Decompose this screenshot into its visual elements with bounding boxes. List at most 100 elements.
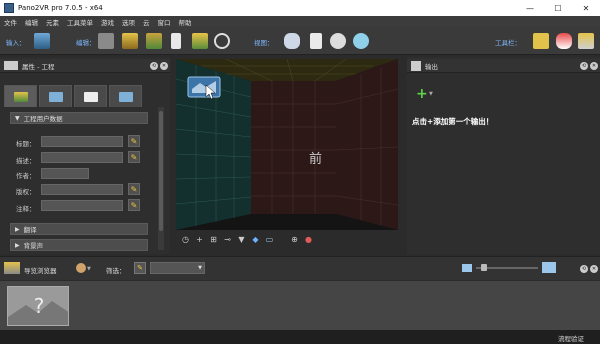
target-icon[interactable]: ⊕ bbox=[289, 234, 300, 245]
skin-editor-icon[interactable] bbox=[122, 33, 138, 49]
tour-browser-title: 导览浏览器 bbox=[24, 267, 57, 275]
comment-label: 注释： bbox=[16, 205, 36, 213]
chevron-down-icon[interactable]: ▼ bbox=[429, 91, 433, 97]
edit-copyright-icon[interactable]: ✎ bbox=[128, 183, 140, 195]
splitter-right[interactable] bbox=[400, 57, 404, 254]
binoculars-icon[interactable] bbox=[284, 33, 300, 49]
panorama-viewport[interactable]: 前 bbox=[176, 59, 398, 230]
edit-title-icon[interactable]: ✎ bbox=[128, 135, 140, 147]
section-translate-label: 翻译 bbox=[23, 226, 37, 234]
menu-tour[interactable]: 游戏 bbox=[101, 17, 114, 27]
clock-icon[interactable] bbox=[330, 33, 346, 49]
chevron-down-icon[interactable]: ▼ bbox=[87, 266, 91, 272]
section-translate[interactable]: ▶ 翻译 bbox=[10, 223, 148, 235]
menu-file[interactable]: 文件 bbox=[4, 17, 17, 27]
tab-output[interactable] bbox=[109, 85, 142, 107]
close-output-icon[interactable]: ✕ bbox=[590, 62, 598, 70]
panorama-thumbnail[interactable]: ? bbox=[7, 286, 69, 326]
key-icon[interactable]: ⊸ bbox=[222, 234, 233, 245]
chevron-right-icon: ▶ bbox=[15, 225, 20, 233]
properties-tabs bbox=[4, 85, 142, 107]
cube-view bbox=[176, 59, 398, 230]
menu-tools[interactable]: 工具菜单 bbox=[67, 17, 93, 27]
section-background-sound[interactable]: ▶ 背景声 bbox=[10, 239, 148, 251]
settings-icon[interactable] bbox=[578, 33, 594, 49]
slider-handle[interactable] bbox=[481, 264, 487, 271]
document-icon[interactable] bbox=[310, 33, 322, 49]
edit-comment-icon[interactable]: ✎ bbox=[128, 199, 140, 211]
float-panel-icon[interactable]: ⟲ bbox=[150, 62, 158, 70]
title-field[interactable] bbox=[41, 136, 123, 147]
status-bar bbox=[0, 330, 600, 344]
layers-icon[interactable] bbox=[146, 33, 162, 49]
properties-header: 属性 - 工程 ⟲ ✕ bbox=[0, 59, 170, 73]
app-icon bbox=[4, 3, 14, 13]
add-output-button[interactable]: + bbox=[416, 86, 428, 102]
title-bar: Pano2VR pro 7.0.5 - x64 — ☐ ✕ bbox=[0, 0, 600, 16]
edit-description-icon[interactable]: ✎ bbox=[128, 151, 140, 163]
user-icon[interactable] bbox=[76, 263, 86, 273]
minimize-icon[interactable]: — bbox=[516, 0, 544, 16]
tab-panorama[interactable] bbox=[39, 85, 72, 107]
author-field[interactable] bbox=[41, 168, 89, 179]
scrollbar-thumb[interactable] bbox=[159, 111, 163, 231]
menu-element[interactable]: 元素 bbox=[46, 17, 59, 27]
add-output-hint: 点击+添加第一个输出！ bbox=[412, 117, 494, 126]
menu-options[interactable]: 选项 bbox=[122, 17, 135, 27]
project-icon bbox=[13, 91, 28, 102]
animation-icon[interactable] bbox=[214, 33, 230, 49]
copyright-label: 版权： bbox=[16, 188, 36, 196]
tab-display[interactable] bbox=[74, 85, 107, 107]
cloud-icon[interactable] bbox=[556, 33, 572, 49]
properties-title: 属性 - 工程 bbox=[22, 62, 55, 71]
tour-browser-icon bbox=[4, 262, 20, 274]
menu-window[interactable]: 窗口 bbox=[158, 17, 171, 27]
output-tab-icon bbox=[118, 91, 133, 102]
output-panel bbox=[407, 57, 600, 254]
filter-edit-icon[interactable]: ✎ bbox=[134, 262, 146, 274]
float-output-icon[interactable]: ⟲ bbox=[580, 62, 588, 70]
ruler-icon[interactable]: ⊞ bbox=[208, 234, 219, 245]
description-field[interactable] bbox=[41, 152, 123, 163]
menu-help[interactable]: 帮助 bbox=[179, 17, 192, 27]
main-toolbar: 输入： 编辑： 视图： 工具栏： bbox=[0, 27, 600, 55]
comment-field[interactable] bbox=[41, 200, 123, 211]
close-tour-icon[interactable]: ✕ bbox=[590, 265, 598, 273]
author-label: 作者： bbox=[16, 172, 36, 180]
tab-project[interactable] bbox=[4, 85, 37, 107]
face-label: 前 bbox=[309, 152, 323, 167]
hotspot-icon[interactable]: ◆ bbox=[250, 234, 261, 245]
crosshair-icon[interactable]: + bbox=[194, 234, 205, 245]
large-thumb-icon[interactable] bbox=[542, 262, 556, 273]
output-icon bbox=[411, 60, 421, 71]
chevron-right-icon: ▶ bbox=[15, 241, 20, 249]
compass-icon[interactable]: ◷ bbox=[180, 234, 191, 245]
maximize-icon[interactable]: ☐ bbox=[544, 0, 572, 16]
placeholder-image-icon: ? bbox=[8, 287, 68, 325]
chevron-down-icon: ▼ bbox=[15, 114, 20, 122]
section-project-label: 工程用户数据 bbox=[23, 115, 63, 123]
section-project-user-data[interactable]: ▼ 工程用户数据 bbox=[10, 112, 148, 124]
menu-cloud[interactable]: 云 bbox=[143, 17, 150, 27]
title-label: 标题： bbox=[16, 140, 36, 148]
splitter-left[interactable] bbox=[170, 57, 174, 254]
properties-scrollbar[interactable] bbox=[158, 107, 164, 250]
map-icon[interactable] bbox=[192, 33, 208, 49]
tour-map-icon[interactable] bbox=[98, 33, 114, 49]
properties-icon bbox=[4, 61, 18, 70]
copyright-field[interactable] bbox=[41, 184, 123, 195]
small-thumb-icon[interactable] bbox=[462, 264, 472, 272]
close-icon[interactable]: ✕ bbox=[572, 0, 600, 16]
patch-icon[interactable] bbox=[171, 33, 181, 49]
pano-view-icon[interactable]: ▭ bbox=[264, 234, 275, 245]
eye-icon[interactable] bbox=[353, 33, 369, 49]
close-panel-icon[interactable]: ✕ bbox=[160, 62, 168, 70]
panorama-input-icon[interactable] bbox=[34, 33, 50, 49]
funnel-icon[interactable]: ▼ bbox=[236, 234, 247, 245]
filter-dropdown[interactable]: ▼ bbox=[150, 262, 205, 274]
color-picker-icon[interactable]: ● bbox=[303, 234, 314, 245]
star-icon[interactable] bbox=[533, 33, 549, 49]
output-title: 输出 bbox=[425, 62, 438, 71]
menu-edit[interactable]: 编辑 bbox=[25, 17, 38, 27]
float-tour-icon[interactable]: ⟲ bbox=[580, 265, 588, 273]
